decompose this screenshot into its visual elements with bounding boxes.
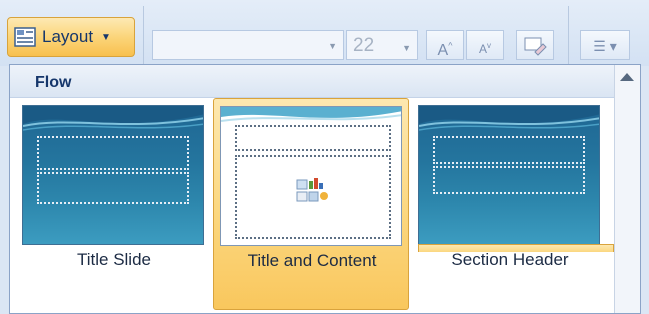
- font-size-value: 22: [353, 35, 375, 56]
- layout-button[interactable]: Layout ▼: [7, 17, 135, 57]
- ribbon-bar: Layout ▼ ▼ 22 ▼ A^ Av ☰ ▾: [0, 0, 649, 66]
- layout-option-label: Title Slide: [76, 250, 151, 269]
- chevron-down-icon: ▼: [101, 31, 111, 43]
- content-insert-icon: [296, 178, 328, 202]
- bullets-button[interactable]: ☰ ▾: [580, 30, 630, 60]
- font-size-combobox[interactable]: 22 ▼: [346, 30, 418, 60]
- title-placeholder: [37, 136, 189, 170]
- title-placeholder: [433, 136, 585, 164]
- layout-gallery-panel: Flow Title Slide Title and Content Secti…: [9, 64, 641, 314]
- layout-option-label: Section Header: [451, 250, 569, 269]
- title-placeholder: [235, 125, 391, 151]
- shrink-font-button[interactable]: Av: [466, 30, 504, 60]
- next-row-item-edge: [418, 244, 614, 252]
- layout-option-title-and-content[interactable]: Title and Content: [213, 98, 409, 310]
- bullet-list-icon: ☰ ▾: [593, 38, 617, 54]
- ribbon-separator: [568, 6, 569, 66]
- clear-formatting-button[interactable]: [516, 30, 554, 60]
- font-name-combobox[interactable]: ▼: [152, 30, 344, 60]
- layout-button-label: Layout: [42, 27, 94, 46]
- clear-formatting-icon: [524, 37, 547, 56]
- grow-font-icon: A^: [437, 41, 453, 60]
- wave-decoration: [23, 106, 203, 131]
- scroll-up-icon[interactable]: [620, 73, 634, 81]
- ribbon-separator: [143, 6, 144, 66]
- layout-thumbnail: [418, 105, 600, 245]
- layout-grid-icon: [14, 27, 36, 47]
- wave-decoration: [419, 106, 599, 131]
- gallery-section-header: Flow: [10, 65, 616, 98]
- layout-thumbnail: [22, 105, 204, 245]
- grow-font-button[interactable]: A^: [426, 30, 464, 60]
- text-placeholder: [433, 166, 585, 194]
- shrink-font-icon: Av: [478, 41, 491, 56]
- layout-option-title-slide[interactable]: Title Slide: [16, 98, 212, 310]
- gallery-section-title: Flow: [35, 74, 72, 91]
- gallery-scrollbar[interactable]: [614, 65, 640, 313]
- layout-option-label: Title and Content: [247, 251, 377, 270]
- subtitle-placeholder: [37, 172, 189, 204]
- layout-option-section-header[interactable]: Section Header: [412, 98, 608, 310]
- layout-thumbnail: [220, 106, 402, 246]
- chevron-down-icon: ▼: [328, 41, 337, 51]
- chevron-down-icon: ▼: [402, 43, 411, 53]
